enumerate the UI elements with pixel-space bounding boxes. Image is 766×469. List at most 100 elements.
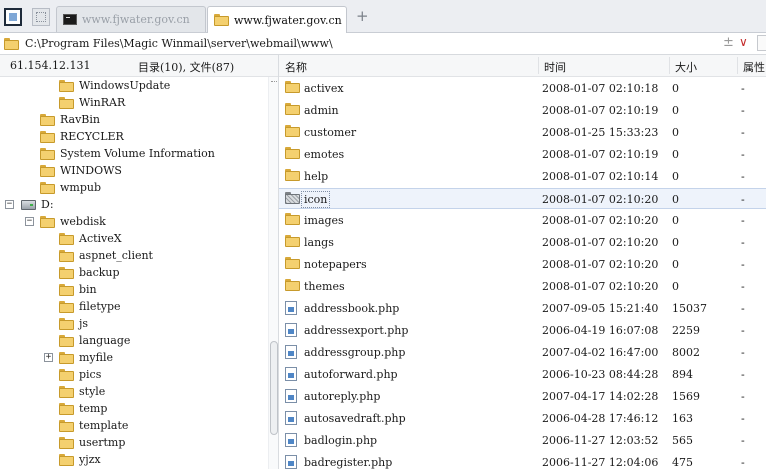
tree-item-myfile[interactable]: myfile [59, 349, 113, 366]
drive-icon [21, 199, 36, 210]
tree-item-label: backup [79, 266, 120, 279]
file-size: 0 [672, 280, 679, 293]
column-header-time[interactable]: 时间 [544, 59, 566, 75]
address-history-dropdown[interactable]: ∨ [739, 35, 748, 49]
column-header-attr[interactable]: 属性 [743, 59, 765, 75]
folder-icon [59, 283, 74, 296]
file-name: langs [304, 236, 334, 249]
tree-item-style[interactable]: style [59, 383, 105, 400]
scroll-up-arrow[interactable] [271, 81, 277, 88]
expand-toggle[interactable]: + [44, 353, 53, 362]
folder-icon [40, 130, 55, 143]
tree-item-system-volume-information[interactable]: System Volume Information [40, 145, 215, 162]
folder-icon [285, 147, 300, 159]
file-name: notepapers [304, 258, 367, 271]
new-tab-button[interactable]: + [356, 9, 369, 24]
column-header-name[interactable]: 名称 [285, 59, 307, 75]
column-separator[interactable] [538, 57, 539, 74]
tree-item-drive-d[interactable]: D: [21, 196, 54, 213]
file-row[interactable]: autoforward.php 2006-10-23 08:44:28 894 - [279, 364, 766, 385]
column-separator[interactable] [737, 57, 738, 74]
window-menu-button[interactable] [4, 8, 22, 26]
tree-item-yjzx[interactable]: yjzx [59, 451, 101, 468]
php-file-icon [285, 455, 297, 469]
tab-list-button[interactable] [32, 8, 50, 26]
folder-icon [285, 169, 300, 181]
scrollbar-thumb[interactable] [270, 341, 278, 435]
column-header-size[interactable]: 大小 [675, 59, 697, 75]
file-size: 565 [672, 434, 693, 447]
file-row[interactable]: addressgroup.php 2007-04-02 16:47:00 8002 - [279, 342, 766, 363]
file-attr: - [741, 346, 745, 359]
collapse-toggle[interactable]: − [5, 200, 14, 209]
file-row[interactable]: emotes 2008-01-07 02:10:19 0 - [279, 144, 766, 165]
folder-icon [40, 113, 55, 126]
file-row[interactable]: themes 2008-01-07 02:10:20 0 - [279, 276, 766, 297]
file-row[interactable]: help 2008-01-07 02:10:14 0 - [279, 166, 766, 187]
tree-item-language[interactable]: language [59, 332, 130, 349]
tree-item-ravbin[interactable]: RavBin [40, 111, 100, 128]
column-separator[interactable] [669, 57, 670, 74]
add-bookmark-button[interactable]: ± [723, 35, 734, 50]
file-name: badlogin.php [304, 434, 378, 447]
directory-summary: 目录(10), 文件(87) [138, 61, 235, 74]
folder-icon [59, 96, 74, 109]
file-size: 15037 [672, 302, 707, 315]
file-row[interactable]: notepapers 2008-01-07 02:10:20 0 - [279, 254, 766, 275]
folder-icon [285, 125, 300, 137]
terminal-icon [63, 14, 77, 25]
tab-fjwater-files[interactable]: www.fjwater.gov.cn [207, 6, 347, 33]
tree-item-pics[interactable]: pics [59, 366, 101, 383]
address-path-input[interactable]: C:\Program Files\Magic Winmail\server\we… [25, 37, 333, 50]
file-row[interactable]: addressbook.php 2007-09-05 15:21:40 15037 - [279, 298, 766, 319]
php-file-icon [285, 345, 297, 359]
file-attr: - [741, 324, 745, 337]
tab-fjwater-terminal[interactable]: www.fjwater.gov.cn [56, 6, 206, 32]
folder-icon [59, 351, 74, 364]
folder-icon [59, 79, 74, 92]
tree-item-aspnet-client[interactable]: aspnet_client [59, 247, 153, 264]
file-row[interactable]: customer 2008-01-25 15:33:23 0 - [279, 122, 766, 143]
file-size: 0 [672, 148, 679, 161]
tree-item-temp[interactable]: temp [59, 400, 107, 417]
file-name: autosavedraft.php [304, 412, 406, 425]
file-row[interactable]: addressexport.php 2006-04-19 16:07:08 2259… [279, 320, 766, 341]
tree-item-windows[interactable]: WINDOWS [40, 162, 122, 179]
tree-item-wmpub[interactable]: wmpub [40, 179, 101, 196]
file-row[interactable]: badlogin.php 2006-11-27 12:03:52 565 - [279, 430, 766, 451]
tree-item-webdisk[interactable]: webdisk [40, 213, 106, 230]
tree-item-usertmp[interactable]: usertmp [59, 434, 125, 451]
tree-item-bin[interactable]: bin [59, 281, 97, 298]
tree-item-filetype[interactable]: filetype [59, 298, 121, 315]
tree-item-windowsupdate[interactable]: WindowsUpdate [59, 77, 170, 94]
folder-icon [59, 266, 74, 279]
tab-label: www.fjwater.gov.cn [234, 13, 342, 27]
tree-item-label: js [79, 317, 89, 330]
tree-item-activex[interactable]: ActiveX [59, 230, 122, 247]
file-row[interactable]: autosavedraft.php 2006-04-28 17:46:12 163 - [279, 408, 766, 429]
tree-item-backup[interactable]: backup [59, 264, 120, 281]
file-row-selected[interactable]: icon 2008-01-07 02:10:20 0 - [279, 188, 766, 209]
file-row[interactable]: activex 2008-01-07 02:10:18 0 - [279, 78, 766, 99]
address-go-button[interactable] [757, 35, 766, 51]
tree-item-label: template [79, 419, 129, 432]
file-name: customer [304, 126, 357, 139]
file-attr: - [741, 302, 745, 315]
tree-item-template[interactable]: template [59, 417, 128, 434]
file-row[interactable]: autoreply.php 2007-04-17 14:02:28 1569 - [279, 386, 766, 407]
file-attr: - [741, 170, 745, 183]
folder-icon [59, 436, 74, 449]
file-row[interactable]: images 2008-01-07 02:10:20 0 - [279, 210, 766, 231]
file-name: emotes [304, 148, 345, 161]
file-size: 0 [672, 170, 679, 183]
file-row[interactable]: langs 2008-01-07 02:10:20 0 - [279, 232, 766, 253]
file-attr: - [741, 214, 745, 227]
address-bar: C:\Program Files\Magic Winmail\server\we… [0, 33, 766, 55]
tree-item-js[interactable]: js [59, 315, 88, 332]
collapse-toggle[interactable]: − [25, 217, 34, 226]
file-row[interactable]: admin 2008-01-07 02:10:19 0 - [279, 100, 766, 121]
tree-item-winrar[interactable]: WinRAR [59, 94, 125, 111]
tree-item-recycler[interactable]: RECYCLER [40, 128, 124, 145]
file-attr: - [741, 390, 745, 403]
file-row[interactable]: badregister.php 2006-11-27 12:04:06 475 - [279, 452, 766, 469]
